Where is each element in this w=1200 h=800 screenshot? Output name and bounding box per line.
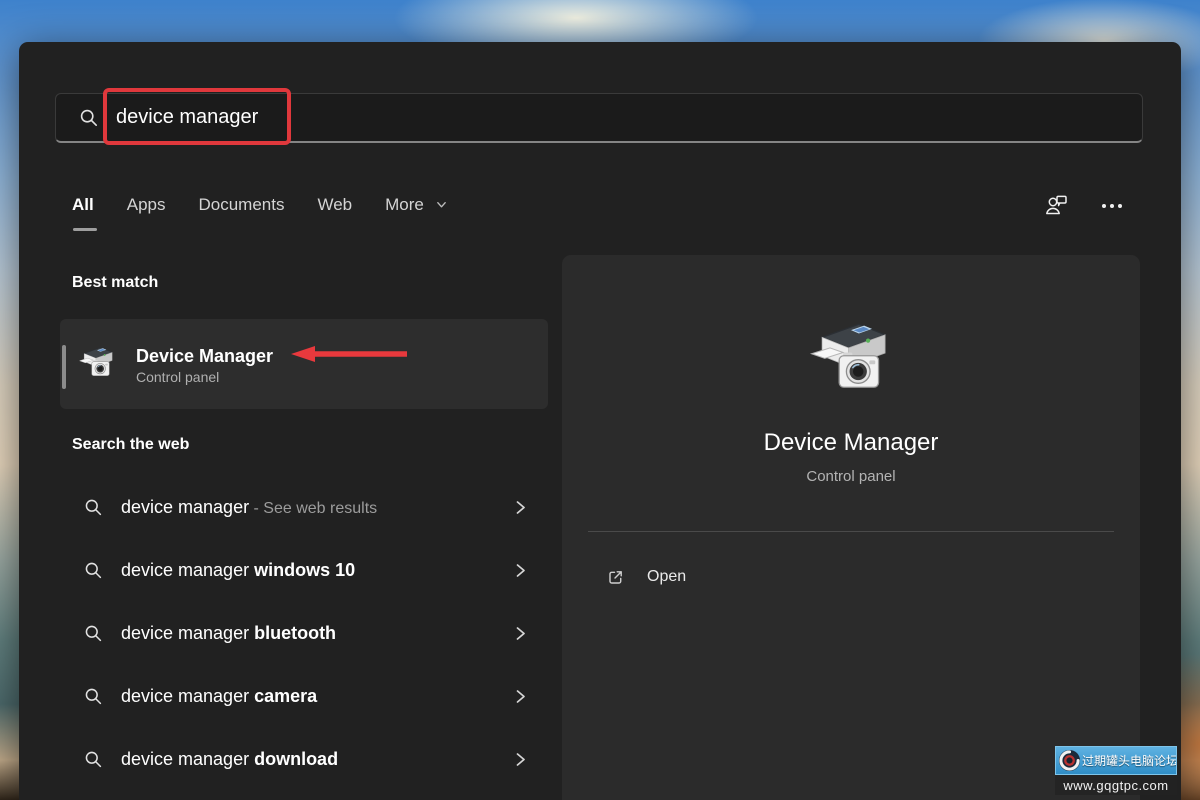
open-action[interactable]: Open [592, 555, 1110, 599]
watermark-url: www.gqgtpc.com [1063, 778, 1168, 793]
watermark: 过期罐头电脑论坛 www.gqgtpc.com [1055, 746, 1177, 795]
search-icon [83, 560, 104, 581]
chevron-right-icon [513, 563, 528, 578]
chevron-right-icon [513, 689, 528, 704]
web-suggestion-row[interactable]: device manager bluetooth [60, 607, 548, 659]
watermark-logo-icon [1058, 749, 1081, 772]
suggestion-text: device manager [121, 623, 249, 643]
suggestion-text: device manager [121, 749, 249, 769]
active-tab-underline [73, 228, 97, 231]
divider [588, 531, 1114, 532]
preview-pane: Device Manager Control panel Open [562, 255, 1140, 800]
preview-title: Device Manager [562, 429, 1140, 457]
suggestion-text: device manager [121, 560, 249, 580]
suggestion-text: device manager [121, 686, 249, 706]
best-match-label: Best match [72, 274, 158, 292]
search-input[interactable] [116, 106, 1016, 129]
chevron-right-icon [513, 626, 528, 641]
more-options-icon[interactable] [1099, 193, 1125, 219]
chevron-right-icon [513, 500, 528, 515]
tab-documents[interactable]: Documents [198, 195, 284, 217]
web-suggestion-row[interactable]: device manager download [60, 733, 548, 785]
suggestion-text: device manager [121, 497, 249, 517]
filter-tabs-row: All Apps Documents Web More [72, 188, 1125, 224]
best-match-subtitle: Control panel [136, 369, 273, 385]
tab-all[interactable]: All [72, 195, 94, 217]
tab-more[interactable]: More [385, 195, 446, 217]
search-icon [78, 107, 100, 129]
account-chat-icon[interactable] [1043, 193, 1069, 219]
open-icon [606, 568, 625, 587]
chevron-down-icon [436, 199, 447, 210]
tab-web[interactable]: Web [317, 195, 352, 217]
scrollbar-thumb[interactable] [62, 345, 66, 389]
web-suggestion-row[interactable]: device manager - See web results [60, 481, 548, 533]
web-suggestion-row[interactable]: device manager windows 10 [60, 544, 548, 596]
watermark-forum-text: 过期罐头电脑论坛 [1082, 752, 1176, 769]
search-icon [83, 749, 104, 770]
best-match-title: Device Manager [136, 343, 273, 369]
preview-subtitle: Control panel [562, 468, 1140, 485]
search-icon [83, 686, 104, 707]
device-manager-icon [76, 345, 118, 383]
search-the-web-label: Search the web [72, 436, 189, 454]
suggestion-annotation: - See web results [249, 500, 377, 517]
open-label: Open [647, 568, 686, 586]
best-match-result[interactable]: Device Manager Control panel [60, 319, 548, 409]
device-manager-icon-large [803, 319, 899, 403]
search-flyout-panel: All Apps Documents Web More Best match D… [19, 42, 1181, 800]
chevron-right-icon [513, 752, 528, 767]
search-box[interactable] [55, 93, 1143, 143]
web-suggestion-row[interactable]: device manager camera [60, 670, 548, 722]
tab-apps[interactable]: Apps [127, 195, 166, 217]
search-icon [83, 497, 104, 518]
search-icon [83, 623, 104, 644]
